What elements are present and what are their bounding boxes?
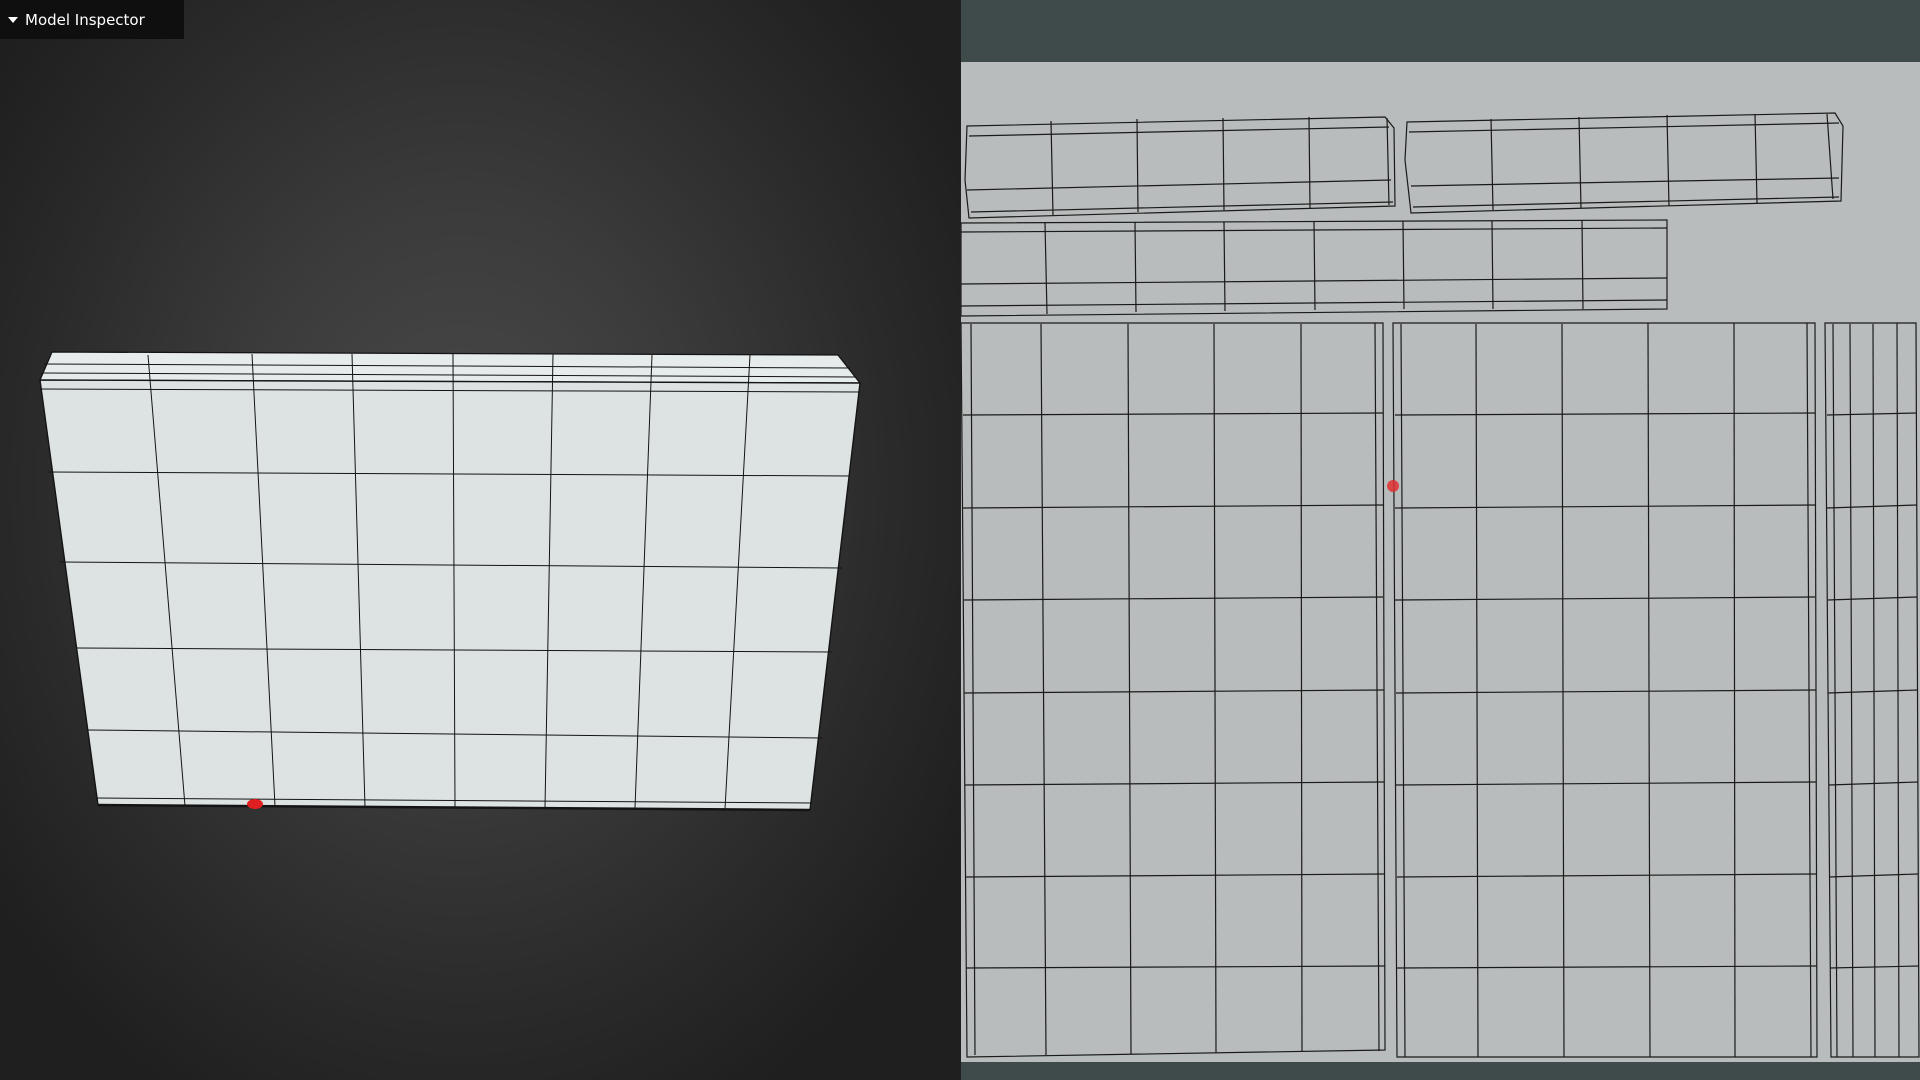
app-window: Model Inspector: [0, 0, 1920, 1080]
3d-viewport[interactable]: Model Inspector: [0, 0, 961, 1080]
uv-selection-marker: [1387, 480, 1399, 492]
caret-down-icon: [8, 16, 18, 23]
model-inspector-toggle[interactable]: Model Inspector: [0, 0, 184, 39]
model-inspector-title: Model Inspector: [25, 10, 145, 29]
selection-marker: [247, 799, 263, 809]
uv-islands[interactable]: [961, 0, 1920, 1080]
model-mesh[interactable]: [0, 0, 961, 1080]
uv-editor-panel[interactable]: [961, 0, 1920, 1080]
